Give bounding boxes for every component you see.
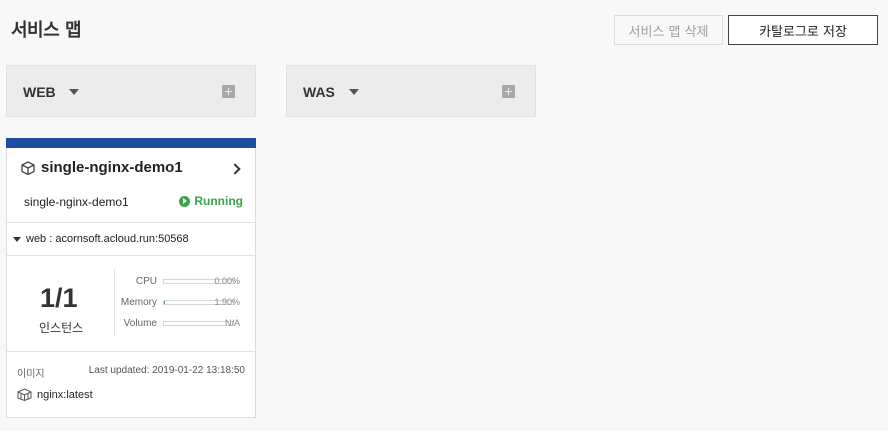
caret-down-icon[interactable]: [349, 89, 359, 95]
group-web: WEB: [6, 65, 256, 117]
group-label: WAS: [303, 84, 335, 100]
last-updated: Last updated: 2019-01-22 13:18:50: [88, 365, 245, 376]
divider: [7, 222, 255, 223]
page-title: 서비스 맵: [11, 20, 82, 41]
cube-icon: [21, 160, 35, 175]
metric-label-volume: Volume: [123, 318, 157, 329]
metric-label-cpu: CPU: [135, 276, 157, 287]
service-title: single-nginx-demo1: [41, 159, 183, 176]
chevron-right-icon[interactable]: [229, 163, 241, 175]
caret-down-icon[interactable]: [69, 89, 79, 95]
image-box-icon: [17, 388, 32, 401]
card-accent-bar: [6, 138, 256, 148]
group-was: WAS: [286, 65, 536, 117]
status-text: Running: [194, 194, 243, 208]
save-to-catalog-button[interactable]: 카탈로그로 저장: [728, 15, 878, 45]
caret-down-icon: [13, 236, 21, 242]
card-header[interactable]: single-nginx-demo1: [21, 159, 183, 176]
metric-value-volume: N/A: [224, 318, 240, 328]
group-label: WEB: [23, 84, 56, 100]
image-name: nginx:latest: [37, 388, 93, 401]
endpoint-toggle[interactable]: web : acornsoft.acloud.run:50568: [13, 233, 189, 245]
service-name: single-nginx-demo1: [24, 195, 129, 209]
image-label: 이미지: [17, 369, 45, 380]
image-row: nginx:latest: [17, 388, 93, 401]
plus-square-icon[interactable]: [222, 85, 235, 98]
divider: [7, 351, 255, 352]
status-badge: Running: [179, 194, 243, 208]
instance-label: 인스턴스: [39, 321, 84, 335]
delete-service-map-button[interactable]: 서비스 맵 삭제: [614, 15, 723, 45]
divider: [7, 255, 255, 256]
service-card: single-nginx-demo1 single-nginx-demo1 Ru…: [6, 138, 256, 418]
memory-bar-fill: [164, 301, 166, 304]
metric-label-memory: Memory: [120, 297, 157, 308]
plus-square-icon[interactable]: [502, 85, 515, 98]
metric-value-memory: 1.90%: [214, 297, 240, 307]
instance-count: 1/1: [40, 283, 78, 313]
metric-value-cpu: 0.00%: [214, 276, 240, 286]
endpoint-text: web : acornsoft.acloud.run:50568: [26, 233, 189, 245]
play-icon: [179, 195, 191, 207]
